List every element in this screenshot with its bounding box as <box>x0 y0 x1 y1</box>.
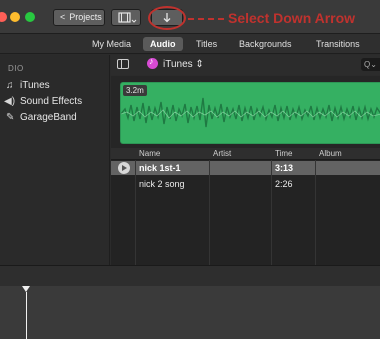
sidebar-item-label: Sound Effects <box>20 96 83 107</box>
sidebar-item-label: iTunes <box>20 80 50 91</box>
sidebar-item-sound-effects[interactable]: ◀) Sound Effects <box>4 95 82 109</box>
row-time: 2:26 <box>275 179 293 189</box>
sidebar-item-label: GarageBand <box>20 112 77 123</box>
audio-clip-waveform[interactable]: 3.2m <box>120 82 380 144</box>
annotation-circle <box>148 6 186 30</box>
source-selector-label: iTunes ⇕ <box>163 59 204 70</box>
projects-button[interactable]: < Projects <box>53 9 105 26</box>
column-header-time[interactable]: Time <box>275 149 292 158</box>
column-header-album[interactable]: Album <box>319 149 342 158</box>
waveform-graphic <box>121 97 380 128</box>
projects-button-label: Projects <box>69 12 102 22</box>
column-divider <box>271 160 272 265</box>
minimize-window-button[interactable] <box>10 12 20 22</box>
library-toggle-button[interactable] <box>111 9 141 26</box>
table-row[interactable]: nick 2 song 2:26 <box>111 177 380 191</box>
column-divider <box>135 160 136 265</box>
waveform-preview: 3.2m <box>111 76 380 148</box>
media-tab-bar: My Media Audio Titles Backgrounds Transi… <box>0 34 380 54</box>
audio-sidebar: DIO ♫ iTunes ◀) Sound Effects ✎ GarageBand <box>0 55 110 265</box>
column-header-name[interactable]: Name <box>139 149 160 158</box>
tab-backgrounds[interactable]: Backgrounds <box>239 37 292 51</box>
guitar-icon: ✎ <box>6 112 15 123</box>
zoom-window-button[interactable] <box>25 12 35 22</box>
playhead-line[interactable] <box>26 292 27 339</box>
browser-toolbar: iTunes ⇕ Q⌄ <box>111 55 380 75</box>
speaker-icon: ◀) <box>4 96 16 107</box>
music-note-icon: ♫ <box>6 80 14 91</box>
source-selector[interactable]: iTunes ⇕ <box>147 56 204 70</box>
close-window-button[interactable] <box>0 12 7 22</box>
tab-my-media[interactable]: My Media <box>92 37 131 51</box>
table-header: Name Artist Time Album <box>111 148 380 160</box>
sidebar-heading: DIO <box>8 64 24 73</box>
row-name: nick 1st-1 <box>139 163 181 173</box>
tab-titles[interactable]: Titles <box>196 37 217 51</box>
sidebar-toggle-icon[interactable] <box>117 59 129 69</box>
sidebar-item-itunes[interactable]: ♫ iTunes <box>6 79 50 93</box>
chevron-left-icon: < <box>60 12 66 22</box>
row-name: nick 2 song <box>139 179 185 189</box>
timeline-lane[interactable] <box>0 286 380 339</box>
annotation-dashed-line <box>188 18 224 20</box>
song-table: Name Artist Time Album nick 1st-1 3:13 n… <box>111 148 380 265</box>
play-icon[interactable] <box>118 162 130 174</box>
film-strip-icon <box>118 12 137 23</box>
sidebar-item-garageband[interactable]: ✎ GarageBand <box>6 111 77 125</box>
clip-duration-badge: 3.2m <box>123 85 147 96</box>
tab-audio[interactable]: Audio <box>143 37 183 51</box>
annotation-text: Select Down Arrow <box>228 10 356 26</box>
row-time: 3:13 <box>275 163 294 173</box>
column-header-artist[interactable]: Artist <box>213 149 231 158</box>
column-divider <box>209 160 210 265</box>
title-bar: < Projects Select Down Arrow <box>0 0 380 34</box>
tab-transitions[interactable]: Transitions <box>316 37 360 51</box>
column-divider <box>315 160 316 265</box>
search-field[interactable]: Q⌄ <box>361 58 380 71</box>
timeline <box>0 265 380 339</box>
itunes-icon <box>147 56 158 69</box>
table-row[interactable]: nick 1st-1 3:13 <box>111 161 380 175</box>
